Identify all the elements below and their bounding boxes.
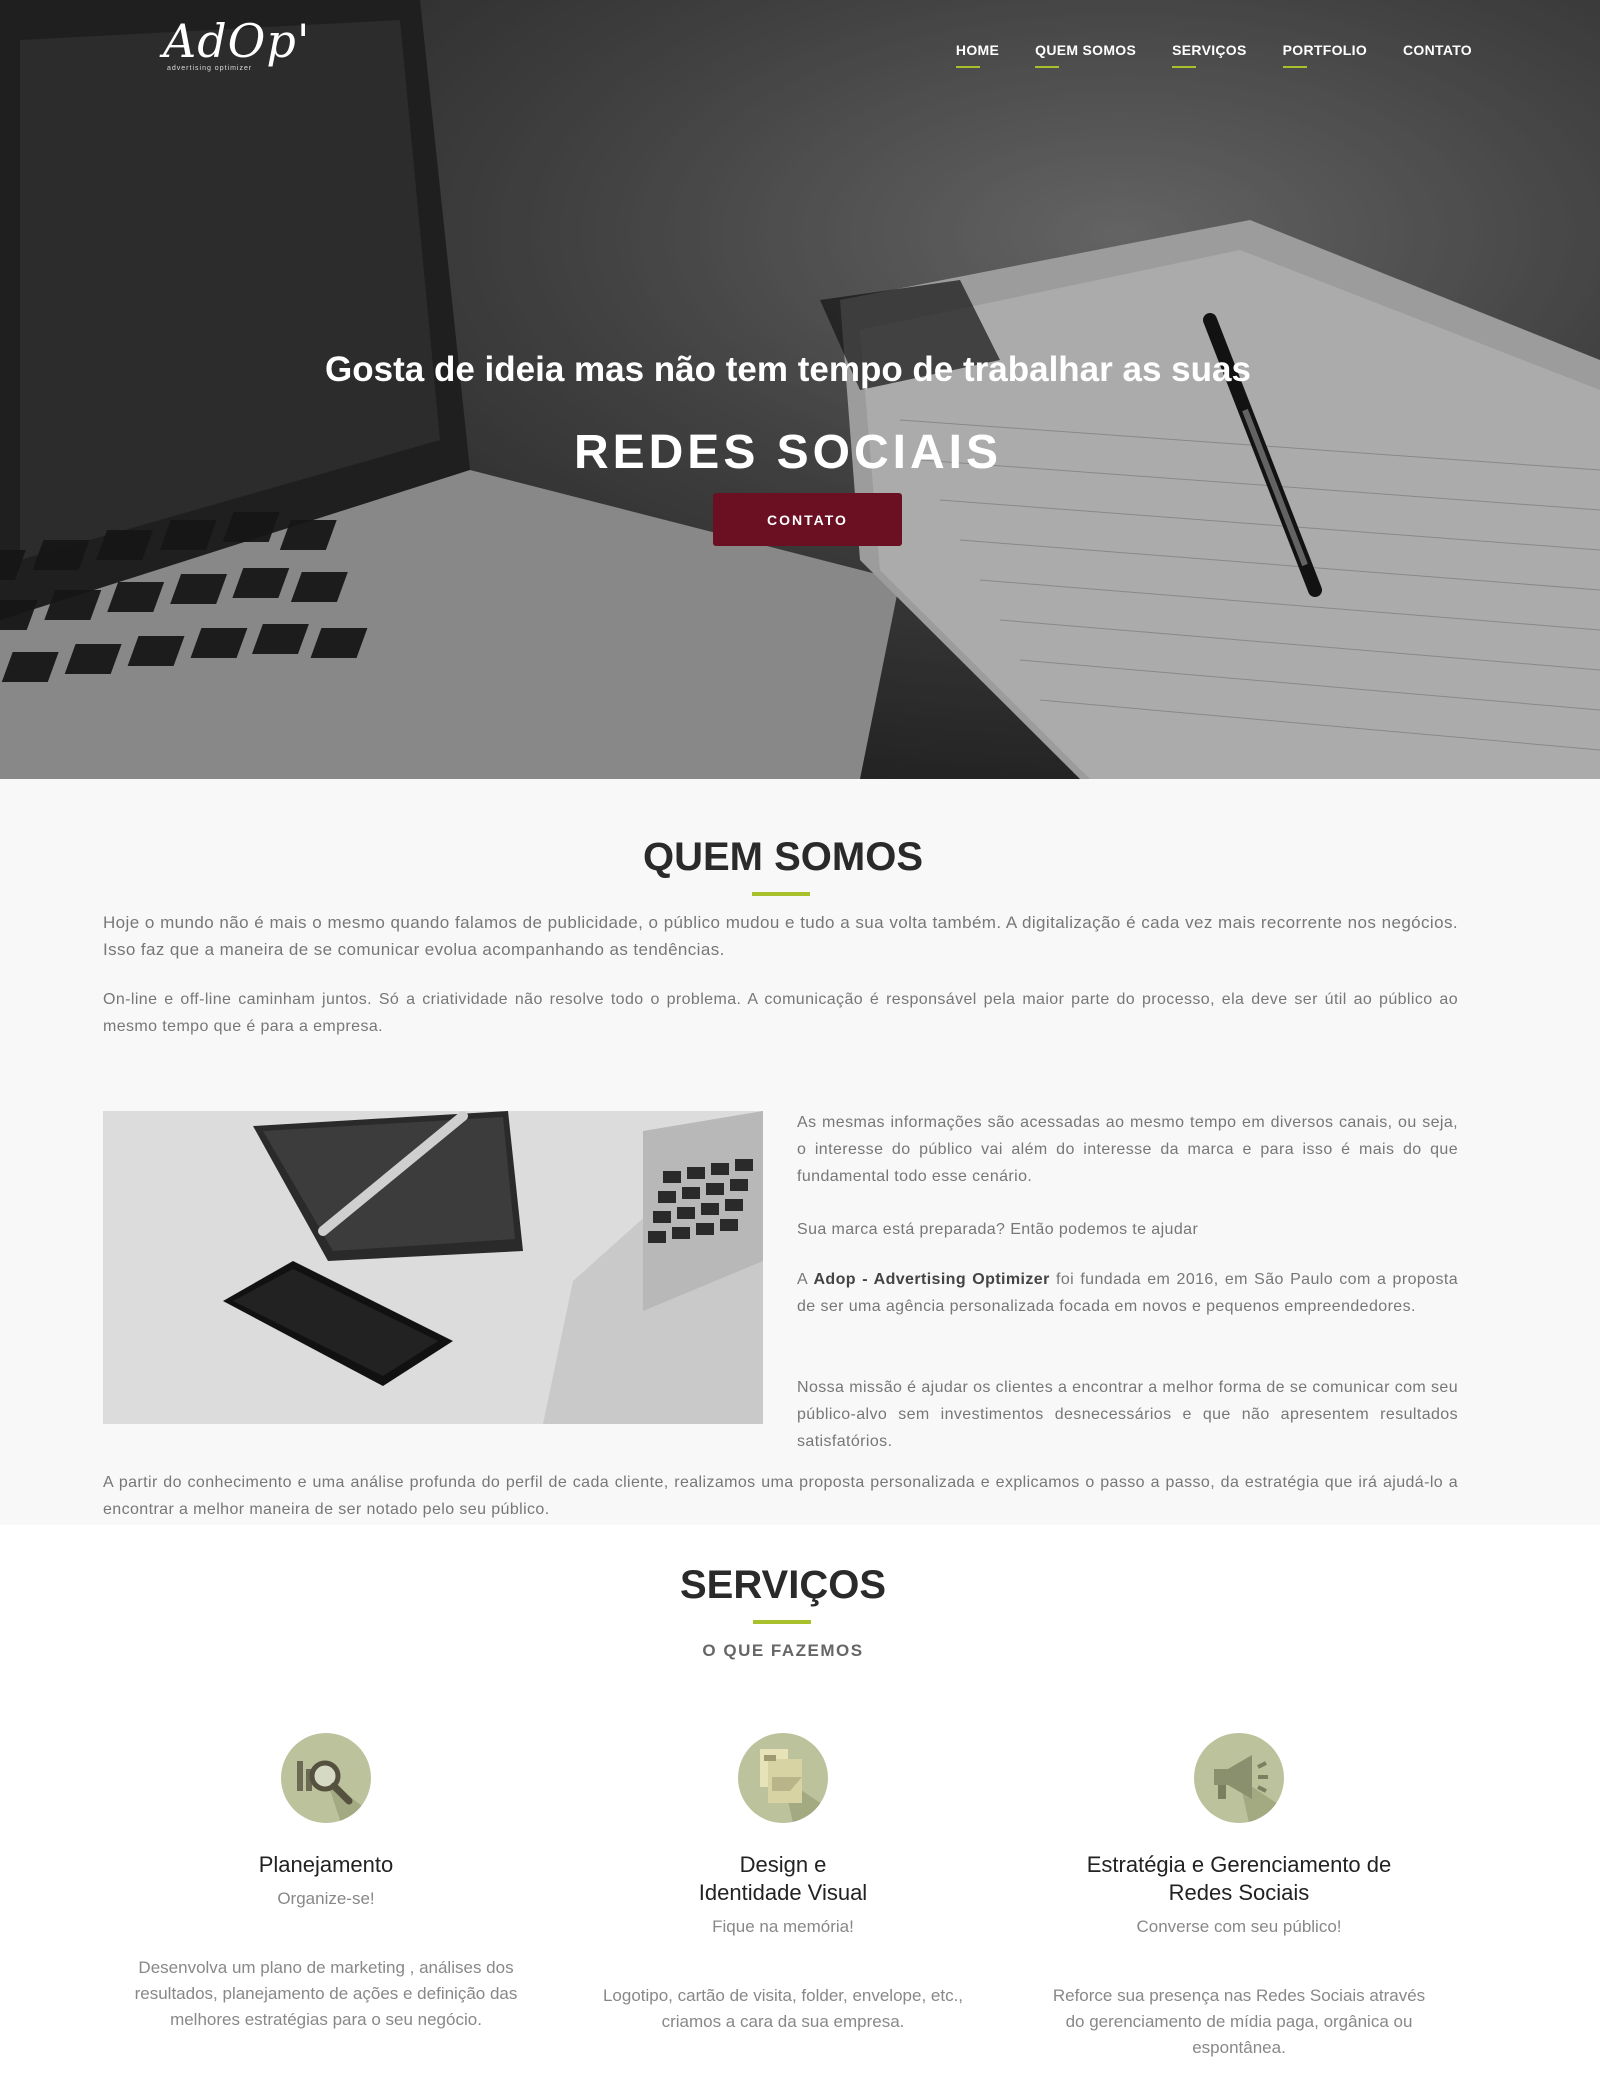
- nav-portfolio[interactable]: PORTFOLIO: [1282, 42, 1368, 68]
- about-paragraph-4: Sua marca está preparada? Então podemos …: [797, 1221, 1199, 1238]
- megaphone-icon: [1194, 1733, 1284, 1823]
- about-paragraph-1: Hoje o mundo não é mais o mesmo quando f…: [103, 913, 1458, 959]
- hero-headline: REDES SOCIAIS: [573, 426, 1003, 479]
- desk-photo: [103, 1111, 763, 1424]
- nav-label: PORTFOLIO: [1282, 42, 1368, 58]
- about-paragraph-6: Nossa missão é ajudar os clientes a enco…: [797, 1379, 1458, 1450]
- nav-servicos[interactable]: SERVIÇOS: [1172, 42, 1247, 68]
- nav-label: SERVIÇOS: [1172, 42, 1247, 58]
- service-tagline: Organize-se!: [277, 1889, 375, 1908]
- nav-home[interactable]: HOME: [955, 42, 1000, 68]
- service-card-planejamento[interactable]: Planejamento Organize-se! Desenvolva um …: [116, 1733, 536, 2033]
- hero-section: AdOp' advertising optimizer HOME QUEM SO…: [0, 0, 1600, 779]
- about-title: QUEM SOMOS: [642, 835, 924, 879]
- documents-icon: [738, 1733, 828, 1823]
- service-card-redes-sociais[interactable]: Estratégia e Gerenciamento de Redes Soci…: [1029, 1733, 1449, 2061]
- service-tagline: Converse com seu público!: [1136, 1917, 1342, 1936]
- hero-contato-button[interactable]: CONTATO: [713, 493, 902, 546]
- about-paragraph-2: On-line e off-line caminham juntos. Só a…: [103, 991, 1458, 1035]
- brand-logo[interactable]: AdOp' advertising optimizer: [163, 14, 311, 78]
- service-name: Estratégia e Gerenciamento de Redes Soci…: [1086, 1852, 1392, 1905]
- nav-underline: [1172, 66, 1197, 68]
- service-description: Logotipo, cartão de visita, folder, enve…: [602, 1986, 964, 2031]
- service-name: Planejamento: [258, 1852, 394, 1877]
- about-paragraph-7: A partir do conhecimento e uma análise p…: [103, 1474, 1458, 1518]
- service-card-design[interactable]: Design e Identidade Visual Fique na memó…: [573, 1733, 993, 2035]
- services-title-bar: [753, 1620, 811, 1624]
- magnifier-chart-icon: [281, 1733, 371, 1823]
- about-image: [103, 1111, 763, 1424]
- nav-label: QUEM SOMOS: [1035, 42, 1137, 58]
- about-p5-company: Adop - Advertising Optimizer: [813, 1271, 1050, 1288]
- services-subtitle: O QUE FAZEMOS: [702, 1641, 864, 1660]
- about-p5-pre: A: [797, 1271, 814, 1288]
- service-tagline: Fique na memória!: [712, 1917, 854, 1936]
- about-title-bar: [752, 892, 810, 896]
- services-section: SERVIÇOS O QUE FAZEMOS Planejamento Orga…: [0, 1525, 1600, 2100]
- service-description: Desenvolva um plano de marketing , análi…: [134, 1958, 518, 2029]
- main-nav: HOME QUEM SOMOS SERVIÇOS PORTFOLIO CONTA…: [955, 42, 1472, 68]
- nav-quem-somos[interactable]: QUEM SOMOS: [1035, 42, 1136, 68]
- logo-wordmark: AdOp': [163, 14, 311, 68]
- about-section: QUEM SOMOS Hoje o mundo não é mais o mes…: [0, 779, 1600, 1525]
- nav-underline: [955, 66, 980, 68]
- about-paragraph-3: As mesmas informações são acessadas ao m…: [797, 1114, 1458, 1185]
- service-name: Design e Identidade Visual: [698, 1852, 868, 1905]
- hero-tagline: Gosta de ideia mas não tem tempo de trab…: [325, 350, 1251, 389]
- nav-underline: [1035, 66, 1060, 68]
- about-paragraph-5: A Adop - Advertising Optimizer foi funda…: [797, 1266, 1458, 1320]
- nav-contato[interactable]: CONTATO: [1403, 42, 1472, 68]
- nav-underline: [1282, 66, 1307, 68]
- nav-label: HOME: [955, 42, 1000, 58]
- services-title: SERVIÇOS: [680, 1563, 886, 1607]
- service-description: Reforce sua presença nas Redes Sociais a…: [1052, 1986, 1426, 2057]
- nav-label: CONTATO: [1403, 42, 1472, 58]
